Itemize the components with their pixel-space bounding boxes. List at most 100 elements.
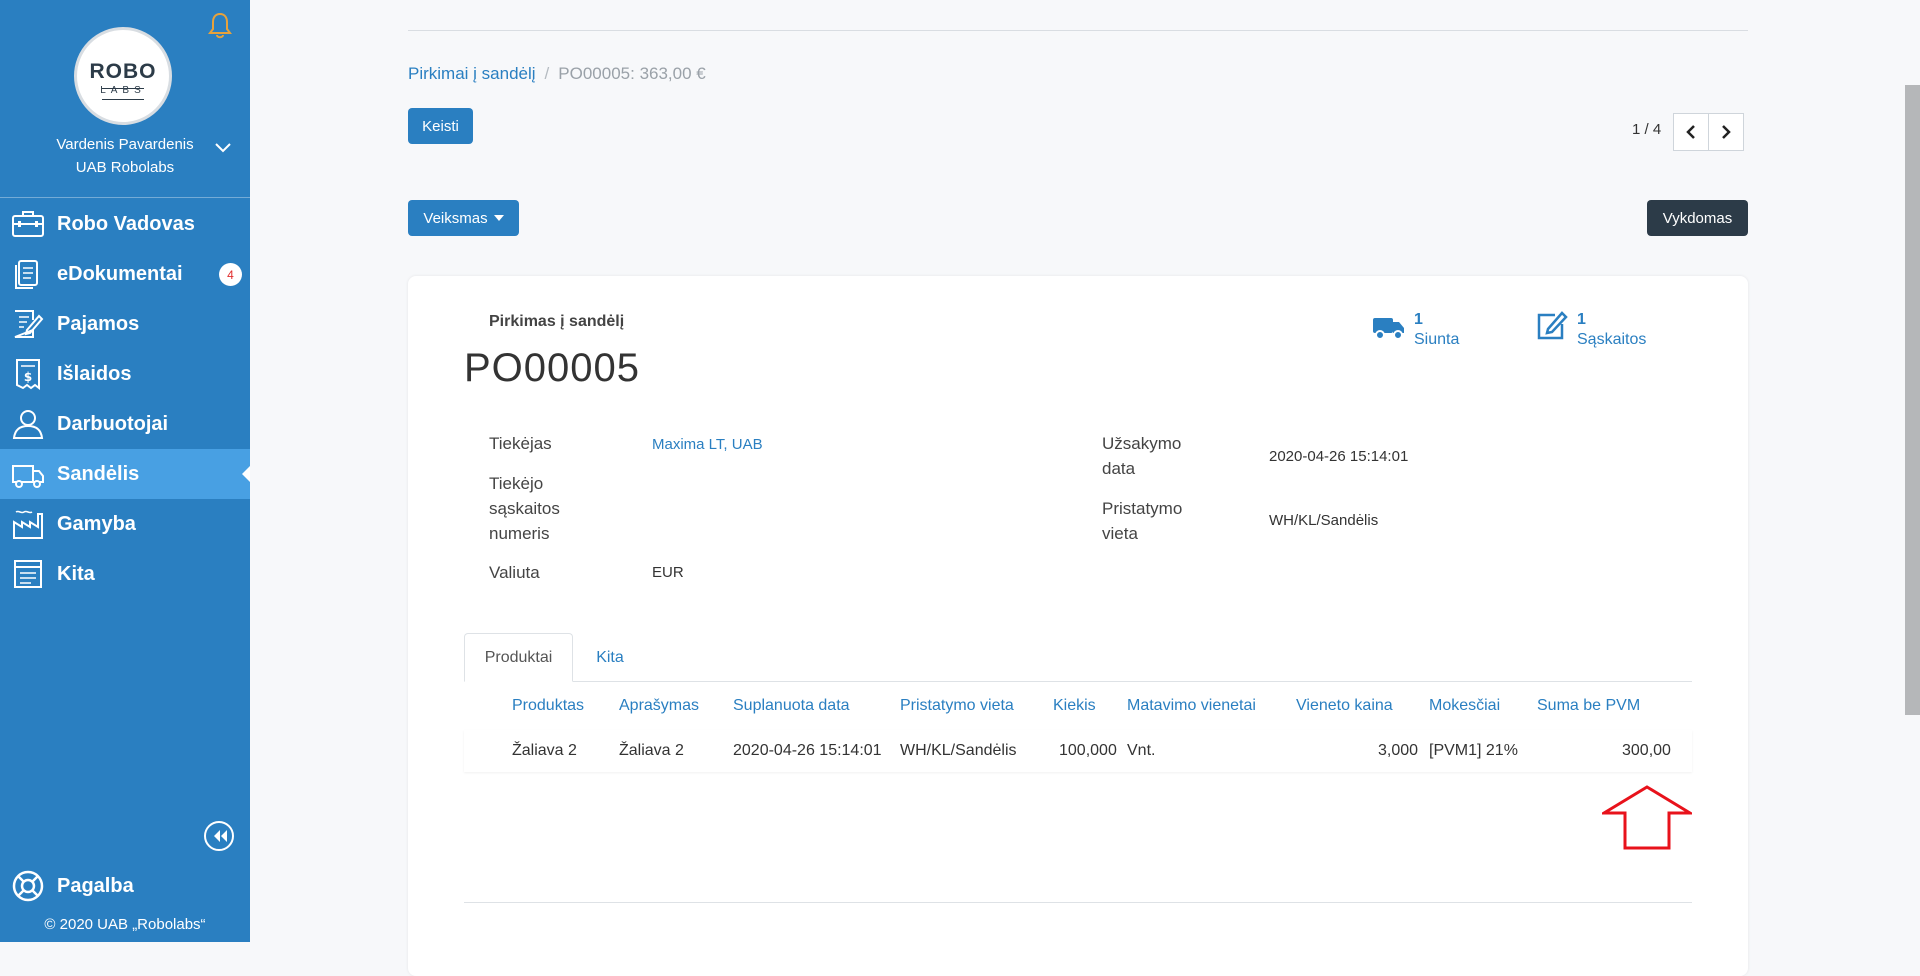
- tab-kita[interactable]: Kita: [580, 633, 640, 682]
- currency-value: EUR: [652, 564, 684, 581]
- column-header-description[interactable]: Aprašymas: [619, 697, 699, 715]
- edit-icon: [1537, 311, 1568, 340]
- action-dropdown-label: Veiksmas: [423, 209, 488, 227]
- status-badge[interactable]: Vykdomas: [1647, 200, 1748, 236]
- breadcrumb-separator: /: [544, 64, 550, 83]
- cell-unit: Vnt.: [1127, 742, 1156, 759]
- sidebar-item-label: eDokumentai: [57, 262, 183, 285]
- column-header-quantity[interactable]: Kiekis: [1053, 697, 1096, 715]
- lifebuoy-icon: [12, 870, 44, 902]
- logo-line: [102, 99, 144, 100]
- company-name: UAB Robolabs: [75, 159, 175, 176]
- help-label: Pagalba: [57, 874, 134, 897]
- invoice-edit-icon: [14, 310, 44, 338]
- sidebar-item-sandelis[interactable]: Sandėlis: [0, 449, 250, 499]
- svg-text:$: $: [24, 370, 32, 384]
- document-title: PO00005: [464, 346, 641, 390]
- table-bottom-divider: [464, 902, 1692, 903]
- bell-icon[interactable]: [208, 12, 232, 40]
- sidebar-item-label: Gamyba: [57, 512, 136, 535]
- sidebar-item-darbuotojai[interactable]: Darbuotojai: [0, 399, 250, 449]
- cell-subtotal: 300,00: [1622, 742, 1671, 759]
- factory-icon: [13, 510, 43, 539]
- pager-counter: 1 / 4: [1632, 121, 1662, 138]
- chevron-right-icon: [1722, 125, 1731, 139]
- breadcrumb-parent-link[interactable]: Pirkimai į sandėlį: [408, 64, 536, 83]
- sidebar-nav: Robo Vadovas eDokumentai 4 Pajamos $ Išl…: [0, 199, 250, 599]
- supplier-invoice-number-label: Tiekėjo sąskaitos numeris: [489, 471, 560, 546]
- sidebar-item-label: Pajamos: [57, 312, 140, 335]
- shipments-label: Siunta: [1414, 331, 1460, 348]
- label-line: sąskaitos: [489, 499, 560, 518]
- cell-product: Žaliava 2: [512, 742, 577, 759]
- supplier-label: Tiekėjas: [489, 434, 552, 453]
- invoices-count: 1: [1577, 311, 1586, 328]
- truck-icon: [12, 465, 44, 488]
- collapse-sidebar-icon[interactable]: [203, 820, 235, 852]
- briefcase-icon: [12, 211, 44, 237]
- column-header-subtotal[interactable]: Suma be PVM: [1537, 697, 1640, 715]
- annotation-arrow-icon: [1602, 785, 1692, 850]
- sidebar-item-gamyba[interactable]: Gamyba: [0, 499, 250, 549]
- cell-taxes: [PVM1] 21%: [1429, 742, 1518, 759]
- label-line: Pristatymo: [1102, 499, 1183, 518]
- order-date-label: Užsakymo data: [1102, 431, 1181, 481]
- documents-icon: [15, 260, 38, 289]
- breadcrumb: Pirkimai į sandėlį / PO00005: 363,00 €: [408, 64, 706, 84]
- sidebar-item-kita[interactable]: Kita: [0, 549, 250, 599]
- column-header-unit-price[interactable]: Vieneto kaina: [1296, 697, 1393, 715]
- cell-scheduled-date: 2020-04-26 15:14:01: [733, 742, 882, 759]
- invoices-label: Sąskaitos: [1577, 331, 1647, 348]
- sidebar-divider: [0, 197, 250, 198]
- sidebar-item-edokumentai[interactable]: eDokumentai 4: [0, 249, 250, 299]
- column-header-unit[interactable]: Matavimo vienetai: [1127, 697, 1256, 715]
- currency-label: Valiuta: [489, 563, 540, 582]
- label-line: numeris: [489, 524, 550, 543]
- company-logo: ROBO LABS: [74, 27, 172, 125]
- help-link[interactable]: Pagalba: [0, 866, 250, 906]
- tabs-divider: [464, 681, 1692, 682]
- user-info[interactable]: Vardenis Pavardenis UAB Robolabs: [25, 133, 225, 179]
- person-icon: [12, 410, 44, 439]
- cell-unit-price: 3,000: [1378, 742, 1419, 759]
- pager-previous-button[interactable]: [1673, 113, 1709, 151]
- edit-button[interactable]: Keisti: [408, 108, 473, 144]
- column-header-delivery-location[interactable]: Pristatymo vieta: [900, 697, 1014, 715]
- caret-down-icon: [493, 215, 504, 221]
- sidebar: ROBO LABS Vardenis Pavardenis UAB Robola…: [0, 0, 250, 942]
- supplier-link[interactable]: Maxima LT, UAB: [652, 436, 763, 453]
- notification-badge: 4: [219, 263, 242, 286]
- sidebar-item-pajamos[interactable]: Pajamos: [0, 299, 250, 349]
- active-indicator: [242, 466, 250, 482]
- action-dropdown-button[interactable]: Veiksmas: [408, 200, 519, 236]
- logo-text-bottom: LABS: [100, 85, 146, 96]
- chevron-left-icon: [1686, 125, 1695, 139]
- truck-icon: [1373, 318, 1404, 340]
- pager-next-button[interactable]: [1708, 113, 1744, 151]
- copyright: © 2020 UAB „Robolabs“: [44, 916, 206, 933]
- document-subtitle: Pirkimas į sandėlį: [489, 313, 625, 330]
- receipt-icon: $: [16, 359, 40, 390]
- invoices-smart-button[interactable]: 1 Sąskaitos: [1535, 310, 1646, 350]
- order-date-value: 2020-04-26 15:14:01: [1269, 448, 1409, 465]
- shipments-smart-button[interactable]: 1 Siunta: [1372, 310, 1459, 350]
- logo-text-top: ROBO: [89, 60, 157, 83]
- top-divider: [408, 30, 1748, 31]
- label-line: Užsakymo: [1102, 434, 1182, 453]
- user-name: Vardenis Pavardenis: [56, 136, 194, 153]
- sidebar-item-label: Išlaidos: [57, 362, 132, 385]
- column-header-scheduled-date[interactable]: Suplanuota data: [733, 697, 850, 715]
- sidebar-item-label: Kita: [57, 562, 95, 585]
- sidebar-item-islaidos[interactable]: $ Išlaidos: [0, 349, 250, 399]
- breadcrumb-current: PO00005: 363,00 €: [558, 64, 706, 83]
- tab-produktai[interactable]: Produktai: [464, 633, 573, 682]
- cell-quantity: 100,000: [1059, 742, 1117, 759]
- column-header-product[interactable]: Produktas: [512, 697, 584, 715]
- scrollbar[interactable]: [1905, 85, 1920, 715]
- chevron-down-icon[interactable]: [214, 142, 232, 154]
- sidebar-item-robo-vadovas[interactable]: Robo Vadovas: [0, 199, 250, 249]
- column-header-taxes[interactable]: Mokesčiai: [1429, 697, 1500, 715]
- cell-description: Žaliava 2: [619, 742, 684, 759]
- label-line: vieta: [1102, 524, 1138, 543]
- list-icon: [14, 560, 42, 588]
